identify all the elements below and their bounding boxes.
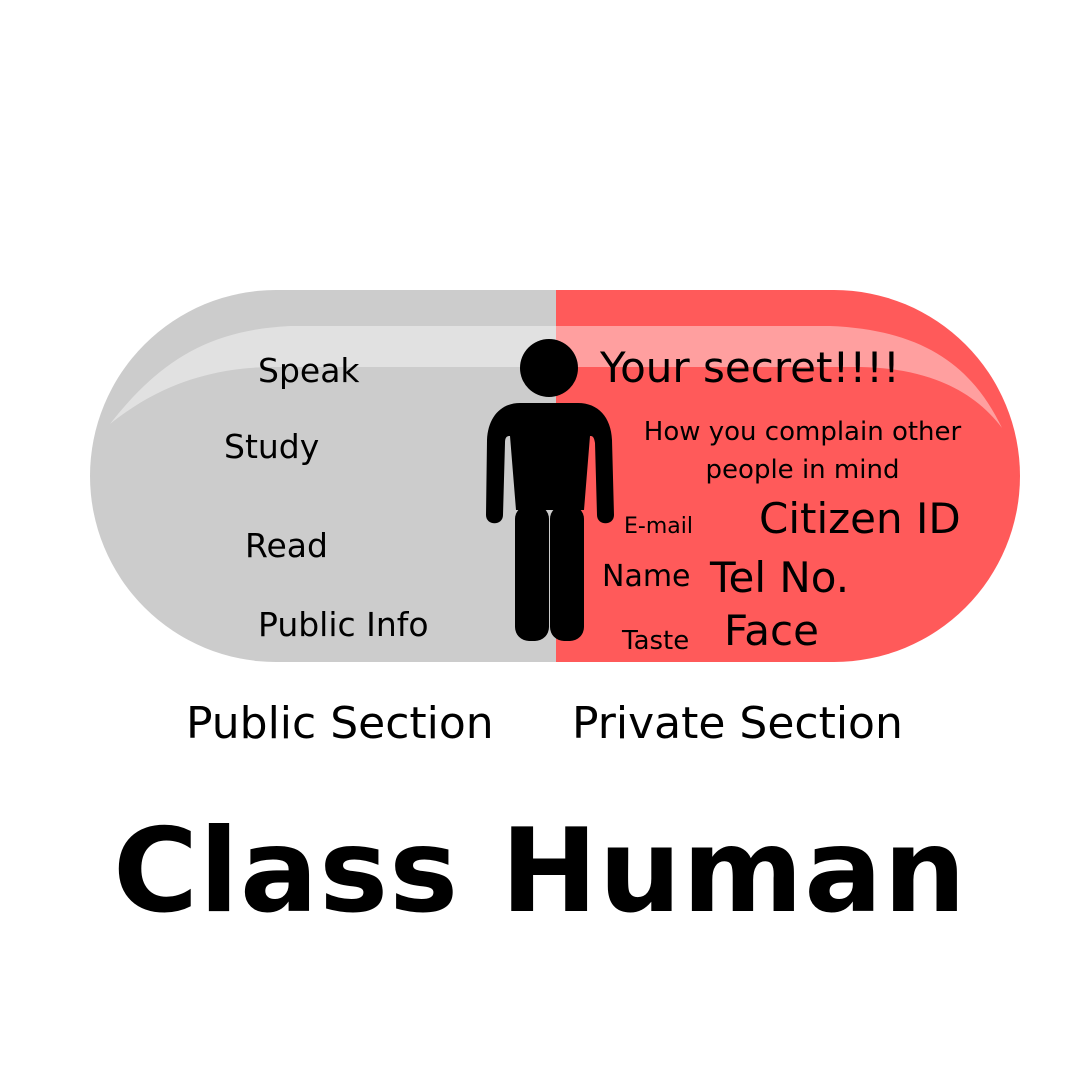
person-left-leg [515,505,549,641]
private-item-name: Name [602,559,691,594]
private-section-label: Private Section [572,698,903,749]
public-section-label: Public Section [186,698,494,749]
class-human-diagram: Speak Study Read Public Info Your secret… [0,0,1080,1080]
public-item-read: Read [245,526,328,565]
private-item-complain: How you complain other people in mind [643,417,962,485]
public-item-speak: Speak [258,351,360,390]
public-item-public-info: Public Info [258,605,429,644]
page-title: Class Human [112,804,968,939]
private-item-taste: Taste [622,626,690,656]
public-item-study: Study [224,427,320,466]
person-head [520,339,578,397]
private-item-face: Face [724,606,819,655]
private-item-citizen-id: Citizen ID [759,494,961,543]
private-item-email: E-mail [624,514,693,539]
private-item-secret: Your secret!!!! [600,343,900,392]
person-right-leg [550,505,584,641]
private-item-tel: Tel No. [710,553,850,602]
